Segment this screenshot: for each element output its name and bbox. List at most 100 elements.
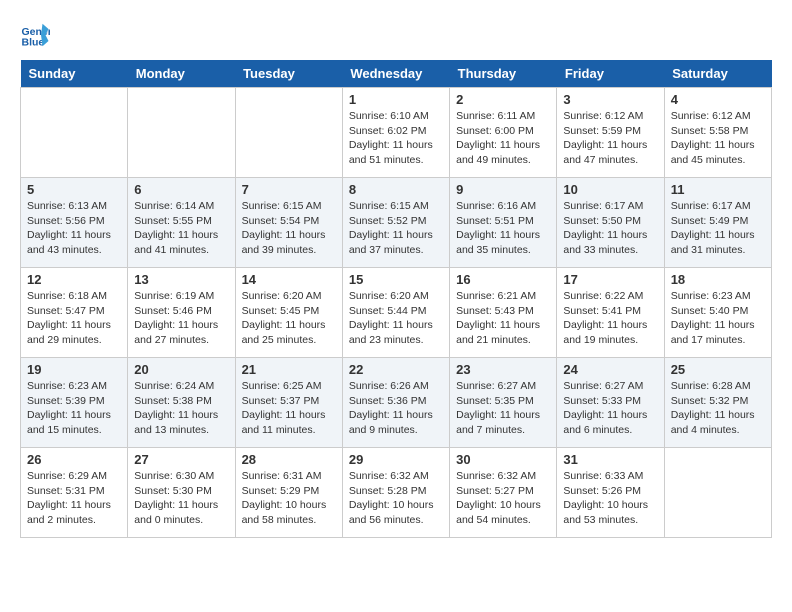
calendar-cell: 25 Sunrise: 6:28 AM Sunset: 5:32 PM Dayli… (664, 358, 771, 448)
day-info: Sunrise: 6:12 AM Sunset: 5:58 PM Dayligh… (671, 109, 765, 168)
day-number: 26 (27, 452, 121, 467)
day-info: Sunrise: 6:25 AM Sunset: 5:37 PM Dayligh… (242, 379, 336, 438)
header-thursday: Thursday (450, 60, 557, 88)
week-row-3: 19 Sunrise: 6:23 AM Sunset: 5:39 PM Dayli… (21, 358, 772, 448)
week-row-0: 1 Sunrise: 6:10 AM Sunset: 6:02 PM Daylig… (21, 88, 772, 178)
calendar-cell: 13 Sunrise: 6:19 AM Sunset: 5:46 PM Dayli… (128, 268, 235, 358)
calendar-cell: 4 Sunrise: 6:12 AM Sunset: 5:58 PM Daylig… (664, 88, 771, 178)
day-info: Sunrise: 6:22 AM Sunset: 5:41 PM Dayligh… (563, 289, 657, 348)
day-info: Sunrise: 6:18 AM Sunset: 5:47 PM Dayligh… (27, 289, 121, 348)
day-info: Sunrise: 6:16 AM Sunset: 5:51 PM Dayligh… (456, 199, 550, 258)
day-number: 8 (349, 182, 443, 197)
day-number: 11 (671, 182, 765, 197)
calendar-header-row: SundayMondayTuesdayWednesdayThursdayFrid… (21, 60, 772, 88)
day-number: 12 (27, 272, 121, 287)
day-info: Sunrise: 6:13 AM Sunset: 5:56 PM Dayligh… (27, 199, 121, 258)
day-number: 5 (27, 182, 121, 197)
day-number: 13 (134, 272, 228, 287)
day-info: Sunrise: 6:20 AM Sunset: 5:45 PM Dayligh… (242, 289, 336, 348)
calendar-cell: 8 Sunrise: 6:15 AM Sunset: 5:52 PM Daylig… (342, 178, 449, 268)
day-info: Sunrise: 6:15 AM Sunset: 5:54 PM Dayligh… (242, 199, 336, 258)
calendar-cell: 11 Sunrise: 6:17 AM Sunset: 5:49 PM Dayli… (664, 178, 771, 268)
day-number: 2 (456, 92, 550, 107)
day-number: 3 (563, 92, 657, 107)
calendar-cell: 19 Sunrise: 6:23 AM Sunset: 5:39 PM Dayli… (21, 358, 128, 448)
calendar-cell: 23 Sunrise: 6:27 AM Sunset: 5:35 PM Dayli… (450, 358, 557, 448)
day-info: Sunrise: 6:30 AM Sunset: 5:30 PM Dayligh… (134, 469, 228, 528)
calendar-cell: 16 Sunrise: 6:21 AM Sunset: 5:43 PM Dayli… (450, 268, 557, 358)
calendar-cell: 29 Sunrise: 6:32 AM Sunset: 5:28 PM Dayli… (342, 448, 449, 538)
day-info: Sunrise: 6:15 AM Sunset: 5:52 PM Dayligh… (349, 199, 443, 258)
day-info: Sunrise: 6:28 AM Sunset: 5:32 PM Dayligh… (671, 379, 765, 438)
day-number: 27 (134, 452, 228, 467)
day-number: 17 (563, 272, 657, 287)
day-number: 28 (242, 452, 336, 467)
day-number: 31 (563, 452, 657, 467)
day-number: 19 (27, 362, 121, 377)
calendar-cell: 9 Sunrise: 6:16 AM Sunset: 5:51 PM Daylig… (450, 178, 557, 268)
calendar-cell: 26 Sunrise: 6:29 AM Sunset: 5:31 PM Dayli… (21, 448, 128, 538)
calendar-cell: 7 Sunrise: 6:15 AM Sunset: 5:54 PM Daylig… (235, 178, 342, 268)
day-info: Sunrise: 6:17 AM Sunset: 5:50 PM Dayligh… (563, 199, 657, 258)
day-info: Sunrise: 6:19 AM Sunset: 5:46 PM Dayligh… (134, 289, 228, 348)
day-number: 16 (456, 272, 550, 287)
header-monday: Monday (128, 60, 235, 88)
day-info: Sunrise: 6:17 AM Sunset: 5:49 PM Dayligh… (671, 199, 765, 258)
header-sunday: Sunday (21, 60, 128, 88)
day-info: Sunrise: 6:23 AM Sunset: 5:39 PM Dayligh… (27, 379, 121, 438)
calendar-cell: 1 Sunrise: 6:10 AM Sunset: 6:02 PM Daylig… (342, 88, 449, 178)
day-number: 25 (671, 362, 765, 377)
day-number: 20 (134, 362, 228, 377)
header: General Blue (20, 20, 772, 50)
week-row-1: 5 Sunrise: 6:13 AM Sunset: 5:56 PM Daylig… (21, 178, 772, 268)
header-friday: Friday (557, 60, 664, 88)
calendar-cell: 17 Sunrise: 6:22 AM Sunset: 5:41 PM Dayli… (557, 268, 664, 358)
day-info: Sunrise: 6:29 AM Sunset: 5:31 PM Dayligh… (27, 469, 121, 528)
calendar-cell: 10 Sunrise: 6:17 AM Sunset: 5:50 PM Dayli… (557, 178, 664, 268)
calendar-table: SundayMondayTuesdayWednesdayThursdayFrid… (20, 60, 772, 538)
calendar-cell (21, 88, 128, 178)
day-info: Sunrise: 6:21 AM Sunset: 5:43 PM Dayligh… (456, 289, 550, 348)
header-wednesday: Wednesday (342, 60, 449, 88)
day-number: 23 (456, 362, 550, 377)
day-number: 1 (349, 92, 443, 107)
day-info: Sunrise: 6:24 AM Sunset: 5:38 PM Dayligh… (134, 379, 228, 438)
day-info: Sunrise: 6:20 AM Sunset: 5:44 PM Dayligh… (349, 289, 443, 348)
day-number: 6 (134, 182, 228, 197)
calendar-cell: 27 Sunrise: 6:30 AM Sunset: 5:30 PM Dayli… (128, 448, 235, 538)
day-info: Sunrise: 6:32 AM Sunset: 5:28 PM Dayligh… (349, 469, 443, 528)
svg-text:Blue: Blue (22, 37, 45, 49)
calendar-cell: 22 Sunrise: 6:26 AM Sunset: 5:36 PM Dayli… (342, 358, 449, 448)
day-number: 21 (242, 362, 336, 377)
calendar-cell: 21 Sunrise: 6:25 AM Sunset: 5:37 PM Dayli… (235, 358, 342, 448)
day-number: 24 (563, 362, 657, 377)
day-number: 14 (242, 272, 336, 287)
day-info: Sunrise: 6:32 AM Sunset: 5:27 PM Dayligh… (456, 469, 550, 528)
day-number: 9 (456, 182, 550, 197)
day-number: 29 (349, 452, 443, 467)
week-row-4: 26 Sunrise: 6:29 AM Sunset: 5:31 PM Dayli… (21, 448, 772, 538)
calendar-cell: 31Sunrise: 6:33 AM Sunset: 5:26 PM Dayli… (557, 448, 664, 538)
day-number: 15 (349, 272, 443, 287)
day-number: 10 (563, 182, 657, 197)
day-number: 30 (456, 452, 550, 467)
day-info: Sunrise: 6:23 AM Sunset: 5:40 PM Dayligh… (671, 289, 765, 348)
calendar-cell: 20 Sunrise: 6:24 AM Sunset: 5:38 PM Dayli… (128, 358, 235, 448)
calendar-cell (664, 448, 771, 538)
day-info: Sunrise: 6:26 AM Sunset: 5:36 PM Dayligh… (349, 379, 443, 438)
day-info: Sunrise: 6:14 AM Sunset: 5:55 PM Dayligh… (134, 199, 228, 258)
day-info: Sunrise: 6:27 AM Sunset: 5:35 PM Dayligh… (456, 379, 550, 438)
calendar-cell: 14 Sunrise: 6:20 AM Sunset: 5:45 PM Dayli… (235, 268, 342, 358)
logo-icon: General Blue (20, 20, 50, 50)
day-info: Sunrise: 6:10 AM Sunset: 6:02 PM Dayligh… (349, 109, 443, 168)
day-number: 4 (671, 92, 765, 107)
day-number: 7 (242, 182, 336, 197)
day-number: 22 (349, 362, 443, 377)
calendar-cell: 12 Sunrise: 6:18 AM Sunset: 5:47 PM Dayli… (21, 268, 128, 358)
day-info: Sunrise: 6:31 AM Sunset: 5:29 PM Dayligh… (242, 469, 336, 528)
calendar-cell (235, 88, 342, 178)
calendar-cell (128, 88, 235, 178)
day-info: Sunrise: 6:27 AM Sunset: 5:33 PM Dayligh… (563, 379, 657, 438)
calendar-cell: 24 Sunrise: 6:27 AM Sunset: 5:33 PM Dayli… (557, 358, 664, 448)
calendar-cell: 30 Sunrise: 6:32 AM Sunset: 5:27 PM Dayli… (450, 448, 557, 538)
